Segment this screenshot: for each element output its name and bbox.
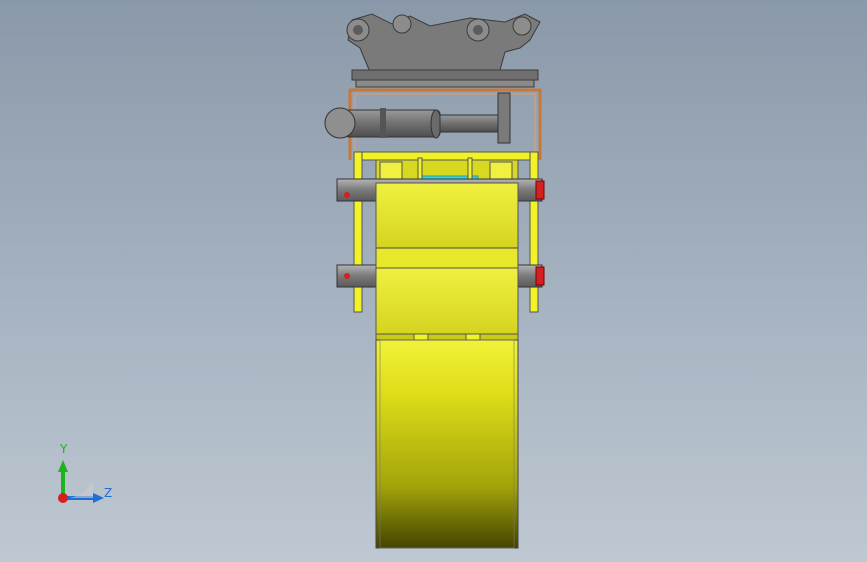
frame-upper[interactable]	[355, 151, 535, 184]
main-body[interactable]	[375, 182, 519, 335]
connector-strip[interactable]	[375, 333, 519, 341]
hydraulic-cylinder[interactable]	[324, 92, 511, 144]
triad-plane	[63, 480, 93, 499]
drum[interactable]	[375, 339, 519, 549]
y-axis-head	[58, 460, 68, 472]
y-axis-label: Y	[60, 442, 68, 456]
orientation-triad: Y Z	[40, 440, 130, 520]
z-axis-head	[93, 493, 104, 503]
triad-axes	[58, 460, 104, 503]
3d-model-view[interactable]	[0, 0, 867, 562]
cad-viewport[interactable]: Y Z	[0, 0, 867, 562]
x-axis-dot	[58, 493, 68, 503]
quick-coupler[interactable]	[346, 13, 541, 88]
z-axis-label: Z	[104, 486, 113, 500]
